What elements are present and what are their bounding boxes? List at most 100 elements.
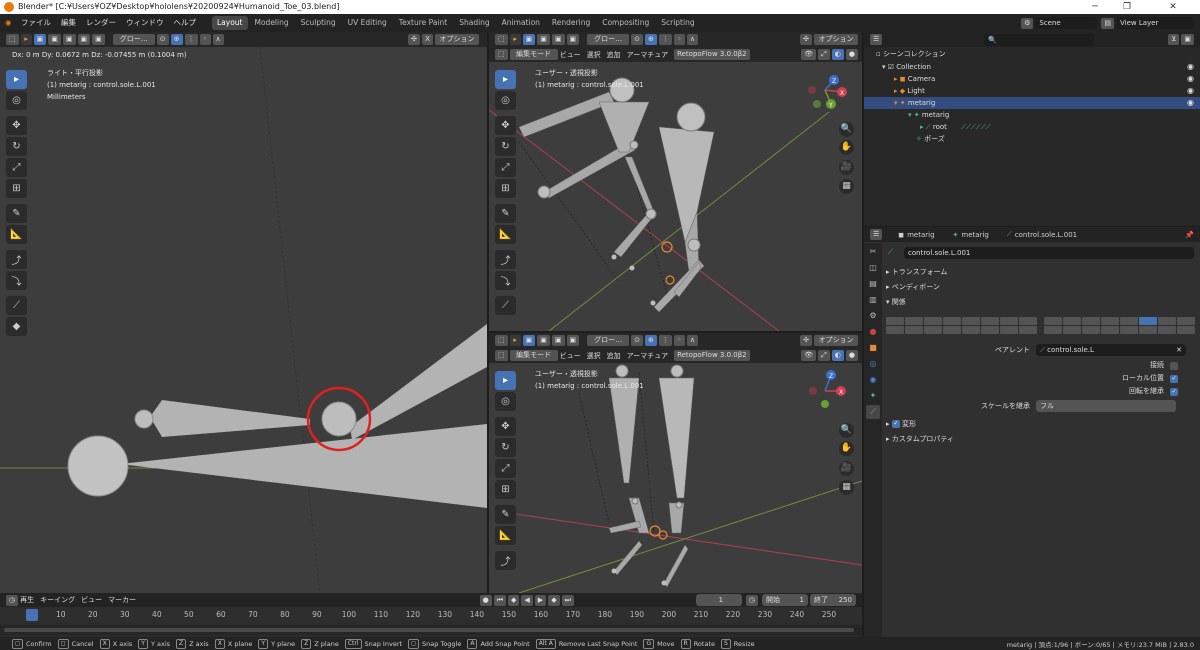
tab-bone-icon[interactable]: ⟋ [866, 405, 880, 419]
panel-relations-header[interactable]: ▾ 関係 [886, 296, 1194, 309]
outliner-search-input[interactable]: 🔍 [984, 33, 1095, 46]
proportional-edit-icon[interactable]: ◦ [673, 34, 685, 45]
pan-hand-icon[interactable]: ✋ [839, 140, 854, 155]
tool-annotate-icon[interactable]: ✎ [495, 204, 516, 223]
prev-keyframe-icon[interactable]: ◆ [508, 594, 520, 606]
scene-selector[interactable]: Scene [1035, 17, 1098, 29]
retopoflow-button[interactable]: RetopoFlow 3.0.0β2 [674, 49, 750, 60]
snap-target-icon[interactable]: ⋮ [658, 335, 672, 346]
menu-render[interactable]: レンダー [81, 14, 121, 32]
tool-measure-icon[interactable]: 📐 [495, 526, 516, 545]
options-dropdown[interactable]: オプション [814, 34, 858, 45]
timeline-scrollbar[interactable] [0, 625, 862, 635]
xray-toggle-icon[interactable]: X [422, 34, 433, 45]
bone-name-field[interactable]: control.sole.L.001 [904, 247, 1194, 259]
tab-output-icon[interactable]: ▤ [866, 277, 880, 291]
record-icon[interactable]: ● [479, 594, 492, 606]
tab-texture-paint[interactable]: Texture Paint [394, 16, 452, 30]
tab-constraint-icon[interactable]: ◉ [866, 373, 880, 387]
tab-world-icon[interactable]: ● [866, 325, 880, 339]
panel-bendy-header[interactable]: ▸ ベンディボーン [886, 281, 1194, 294]
tool-extrude-icon[interactable]: ⤴ [6, 250, 27, 269]
preview-range-icon[interactable]: ◷ [745, 594, 758, 606]
menu-marker[interactable]: マーカー [108, 595, 136, 605]
camera-view-icon[interactable]: 🎥 [839, 461, 854, 476]
close-window-button[interactable]: ✕ [1158, 0, 1188, 14]
editor-type-icon[interactable]: ⬚ [495, 49, 508, 60]
start-frame-field[interactable]: 開始 1 [762, 594, 808, 606]
tool-extrude-cursor-icon[interactable]: ⤵ [495, 271, 516, 290]
tab-modifier-icon[interactable]: ◎ [866, 357, 880, 371]
tab-animation[interactable]: Animation [497, 16, 545, 30]
outliner-item-armature-data[interactable]: ▾ ✦ metarig [864, 109, 1200, 121]
local-location-checkbox[interactable]: ✓ [1170, 375, 1178, 383]
eye-icon[interactable]: ◉ [1187, 85, 1194, 97]
tab-sculpting[interactable]: Sculpting [296, 16, 341, 30]
menu-window[interactable]: ウィンドウ [121, 14, 169, 32]
jump-start-icon[interactable]: ⏮ [493, 594, 507, 606]
select-mode-new-icon[interactable]: ▣ [522, 335, 536, 346]
gizmo-toggle-icon[interactable]: ✣ [408, 34, 420, 45]
tool-cursor-icon[interactable]: ◎ [495, 392, 516, 411]
overlay-icon[interactable]: ◐ [831, 49, 844, 60]
scene-icon[interactable]: ⚙ [1021, 17, 1034, 29]
tab-tool-icon[interactable]: ✂ [866, 245, 880, 259]
editor-type-icon[interactable]: ◷ [6, 594, 19, 606]
editor-type-icon[interactable]: ⬚ [495, 34, 508, 45]
tool-move-icon[interactable]: ✥ [495, 116, 516, 135]
bone-layers-right-row2[interactable] [1044, 326, 1196, 336]
panel-custom-props-header[interactable]: ▸ カスタムプロパティ [886, 433, 1194, 446]
select-mode-subtract-icon[interactable]: ▣ [551, 335, 565, 346]
viewport-bottom-right[interactable]: ⬚ ▸ ▣ ▣ ▣ ▣ グロー… ⊙ ⊕ ⋮ ◦ ∧ ✣ オプション ⬚ 編集モ… [489, 333, 862, 593]
gizmo-toggle-icon[interactable]: ✣ [800, 34, 812, 45]
editor-type-icon[interactable]: ☰ [870, 34, 883, 45]
falloff-icon[interactable]: ∧ [686, 335, 698, 346]
tool-extrude-icon[interactable]: ⤴ [495, 250, 516, 269]
panel-deform-header[interactable]: ▸ ✓ 変形 [886, 418, 1194, 431]
menu-keying[interactable]: キーイング [40, 595, 75, 605]
end-frame-field[interactable]: 終了 250 [810, 594, 856, 606]
tool-measure-icon[interactable]: 📐 [6, 225, 27, 244]
outliner-item-light[interactable]: ▸ ◆ Light ◉ [864, 85, 1200, 97]
zoom-icon[interactable]: 🔍 [839, 122, 854, 137]
retopoflow-button[interactable]: RetopoFlow 3.0.0β2 [674, 350, 750, 361]
snap-toggle-icon[interactable]: ⊕ [170, 34, 183, 45]
new-collection-icon[interactable]: ▣ [1181, 34, 1194, 45]
options-dropdown[interactable]: オプション [435, 34, 479, 45]
tab-view-layer-icon[interactable]: ▥ [866, 293, 880, 307]
pin-icon[interactable]: 📌 [1185, 231, 1194, 239]
options-dropdown[interactable]: オプション [814, 335, 858, 346]
tool-bone-size-icon[interactable]: ⟋ [495, 296, 516, 315]
tool-select-icon[interactable]: ▸ [495, 371, 516, 390]
eye-icon[interactable]: ◉ [1187, 61, 1194, 73]
tool-scale-icon[interactable]: ⤢ [495, 459, 516, 478]
menu-select[interactable]: 選択 [587, 50, 601, 60]
menu-armature[interactable]: アーマチュア [627, 50, 668, 60]
inherit-rotation-checkbox[interactable]: ✓ [1170, 388, 1178, 396]
shading-icon[interactable]: ● [845, 350, 858, 361]
tool-measure-icon[interactable]: 📐 [495, 225, 516, 244]
snap-target-icon[interactable]: ⋮ [658, 34, 672, 45]
tool-cursor-icon[interactable]: ◎ [6, 91, 27, 110]
menu-view[interactable]: ビュー [560, 351, 581, 361]
tab-modeling[interactable]: Modeling [250, 16, 294, 30]
tool-scale-icon[interactable]: ⤢ [495, 158, 516, 177]
visibility-icon[interactable]: 👁 [801, 49, 817, 60]
editor-type-icon[interactable]: ☰ [870, 229, 883, 240]
tool-move-icon[interactable]: ✥ [495, 417, 516, 436]
select-mode-invert-icon[interactable]: ▣ [566, 335, 580, 346]
mode-dropdown[interactable]: 編集モード [509, 49, 558, 60]
transform-orientation-dropdown[interactable]: グロー… [587, 34, 630, 45]
editor-type-icon[interactable]: ⬚ [6, 34, 19, 45]
eye-icon[interactable]: ◉ [1187, 73, 1194, 85]
editor-type-icon[interactable]: ⬚ [495, 350, 508, 361]
zoom-icon[interactable]: 🔍 [839, 423, 854, 438]
editor-type-icon[interactable]: ⬚ [495, 335, 508, 346]
pivot-point-icon[interactable]: ⊙ [631, 335, 643, 346]
menu-armature[interactable]: アーマチュア [627, 351, 668, 361]
select-mode-invert-icon[interactable]: ▣ [566, 34, 580, 45]
play-icon[interactable]: ▶ [534, 594, 547, 606]
menu-add[interactable]: 追加 [607, 50, 621, 60]
overlay-icon[interactable]: ◐ [831, 350, 844, 361]
view-layer-selector[interactable]: View Layer [1116, 17, 1194, 29]
